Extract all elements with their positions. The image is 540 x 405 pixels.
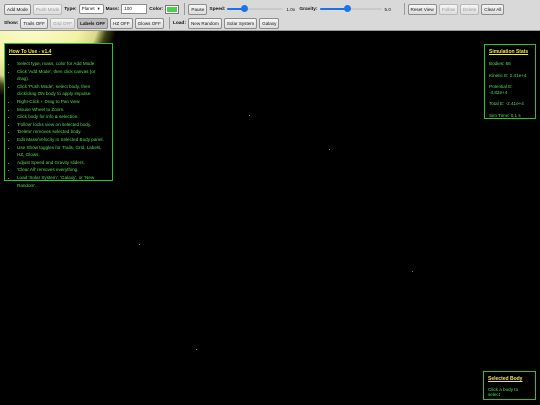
help-item: 'Delete' removes selected body. (17, 128, 108, 136)
speed-slider-thumb[interactable] (240, 5, 248, 12)
stats-total-energy: Total E: -2.41e+4 (489, 101, 524, 106)
selected-body-title: Selected Body (488, 376, 523, 382)
stats-sim-time: Sim Time: 0.1 s (489, 112, 521, 118)
pause-button[interactable]: Pause (188, 3, 208, 15)
selected-body-hint: Click a body to select (488, 387, 519, 397)
help-item: Adjust Speed and Gravity sliders. (17, 159, 108, 167)
speed-label: Speed: (209, 6, 226, 12)
toolbar-divider (403, 3, 405, 15)
stats-panel: Simulation Stats Bodies: 56 Kinetic E: 2… (484, 44, 536, 119)
help-item: 'Clear All' removes everything. (17, 166, 108, 174)
stats-bodies: Bodies: 56 (489, 61, 511, 66)
delete-button[interactable]: Delete (459, 3, 480, 15)
color-swatch (167, 6, 178, 12)
toolbar-row-show-load: Show: Trails OFF Grid OFF Labels OFF HZ … (4, 16, 281, 30)
help-item: Right-Click + Drag to Pan view. (17, 98, 108, 106)
help-item: 'Follow' locks view on selected body. (17, 121, 108, 129)
gravity-value: 5.0 (384, 6, 391, 12)
gravity-slider[interactable] (319, 4, 382, 14)
type-label: Type: (64, 6, 77, 12)
toolbar-row-main: Add Mode Push Mode Type: Planet ▼ Mass: … (4, 2, 506, 16)
color-picker[interactable] (165, 4, 180, 14)
reset-view-button[interactable]: Reset View (407, 3, 437, 15)
stats-potential-energy: Potential E: -4.82e+4 (489, 84, 513, 95)
stats-kinetic-energy: Kinetic E: 2.41e+4 (489, 72, 527, 78)
help-panel: How To Use - v1.4 Select type, mass, col… (4, 43, 113, 188)
stats-title: Simulation Stats (489, 49, 529, 55)
help-item: Select type, mass, color for Add Mode. (17, 60, 108, 68)
small-body[interactable] (329, 149, 330, 150)
small-body[interactable] (139, 244, 140, 245)
type-select[interactable]: Planet ▼ (78, 4, 104, 14)
gravity-slider-thumb[interactable] (343, 5, 351, 12)
toolbar: Add Mode Push Mode Type: Planet ▼ Mass: … (0, 0, 540, 31)
help-item: Click body for info & selection. (17, 113, 108, 121)
show-label: Show: (4, 20, 19, 26)
speed-slider[interactable] (227, 4, 284, 14)
small-body[interactable] (412, 271, 413, 272)
add-mode-button[interactable]: Add Mode (4, 3, 31, 15)
grid-toggle[interactable]: Grid OFF (49, 17, 76, 29)
toolbar-divider (184, 3, 186, 15)
selected-body-panel: Selected Body Click a body to select (483, 371, 536, 400)
new-random-button[interactable]: New Random (187, 17, 222, 29)
clear-all-button[interactable]: Clear All (481, 3, 505, 15)
help-item: Use Show toggles for Trails, Grid, Label… (17, 144, 108, 159)
follow-button[interactable]: Follow (438, 3, 458, 15)
mass-label: Mass: (105, 6, 120, 12)
type-select-value: Planet (81, 6, 95, 11)
small-body[interactable] (196, 349, 197, 350)
glows-toggle[interactable]: Glows OFF (134, 17, 164, 29)
solar-system-button[interactable]: Solar System (223, 17, 258, 29)
push-mode-button[interactable]: Push Mode (32, 3, 63, 15)
load-label: Load: (172, 20, 186, 26)
help-item: Edit Mass/Velocity in Selected Body pane… (17, 136, 108, 144)
small-body[interactable] (249, 115, 250, 116)
hz-toggle[interactable]: HZ OFF (110, 17, 133, 29)
help-item: Load 'Solar System', 'Galaxy', or 'New R… (17, 174, 108, 189)
help-item: Click 'Add Mode', then click canvas (or … (17, 68, 108, 83)
galaxy-button[interactable]: Galaxy (259, 17, 280, 29)
help-title: How To Use - v1.4 (9, 49, 52, 55)
speed-value: 1.0x (286, 6, 296, 12)
color-label: Color: (149, 6, 164, 12)
trails-toggle[interactable]: Trails OFF (20, 17, 48, 29)
toolbar-divider (168, 17, 170, 29)
help-item: Mouse Wheel to Zoom. (17, 106, 108, 114)
help-list: Select type, mass, color for Add Mode. C… (9, 60, 108, 189)
gravity-label: Gravity: (299, 6, 318, 12)
labels-toggle[interactable]: Labels OFF (77, 17, 109, 29)
chevron-down-icon: ▼ (96, 6, 101, 11)
help-item: Click 'Push Mode', select body, then cli… (17, 83, 108, 98)
mass-input[interactable]: 100 (121, 4, 148, 14)
